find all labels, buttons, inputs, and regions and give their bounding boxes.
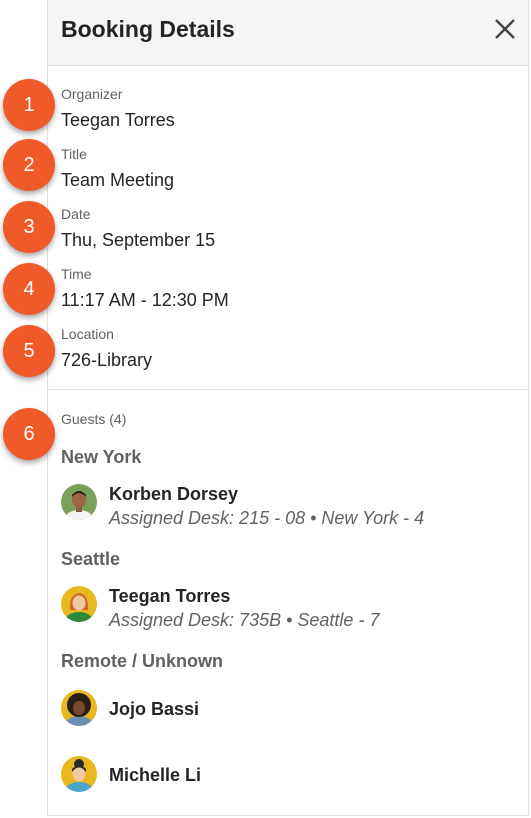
date-label: Date (61, 206, 91, 222)
callout-badge-5: 5 (3, 325, 55, 377)
title-value: Team Meeting (61, 170, 175, 190)
guest-korben-dorsey[interactable]: Korben Dorsey Assigned Desk: 215 - 08 • … (61, 484, 501, 528)
avatar (61, 756, 97, 792)
avatar (61, 690, 97, 726)
guest-name: Teegan Torres (109, 586, 231, 606)
callout-badge-4: 4 (3, 263, 55, 315)
guest-michelle-li[interactable]: Michelle Li (61, 756, 501, 796)
section-divider (48, 389, 528, 390)
guests-heading: Guests (4) (61, 411, 127, 427)
panel-title: Booking Details (61, 16, 235, 42)
organizer-value: Teegan Torres (61, 110, 175, 130)
guest-assigned-desk: Assigned Desk: 215 - 08 • New York - 4 (109, 508, 425, 528)
guest-assigned-desk: Assigned Desk: 735B • Seattle - 7 (109, 610, 380, 630)
location-label: Location (61, 326, 114, 342)
avatar (61, 484, 97, 520)
callout-badge-2: 2 (3, 139, 55, 191)
group-title-new-york: New York (61, 447, 142, 467)
guest-name: Korben Dorsey (109, 484, 239, 504)
callout-badge-3: 3 (3, 201, 55, 253)
guest-name: Jojo Bassi (109, 699, 200, 719)
callout-badge-1: 1 (3, 79, 55, 131)
guest-jojo-bassi[interactable]: Jojo Bassi (61, 690, 501, 730)
time-label: Time (61, 266, 92, 282)
callout-badge-6: 6 (3, 408, 55, 460)
time-value: 11:17 AM - 12:30 PM (61, 290, 229, 310)
organizer-label: Organizer (61, 86, 123, 102)
guest-teegan-torres[interactable]: Teegan Torres Assigned Desk: 735B • Seat… (61, 586, 501, 630)
booking-details-panel: Booking Details Organizer Teegan Torres … (47, 0, 529, 816)
location-value: 726-Library (61, 350, 153, 370)
panel-header: Booking Details (48, 0, 528, 66)
close-button[interactable] (490, 14, 520, 44)
avatar (61, 586, 97, 622)
close-icon (495, 19, 515, 39)
guest-name: Michelle Li (109, 765, 202, 785)
title-label: Title (61, 146, 87, 162)
group-title-remote-unknown: Remote / Unknown (61, 651, 224, 671)
date-value: Thu, September 15 (61, 230, 216, 250)
group-title-seattle: Seattle (61, 549, 121, 569)
